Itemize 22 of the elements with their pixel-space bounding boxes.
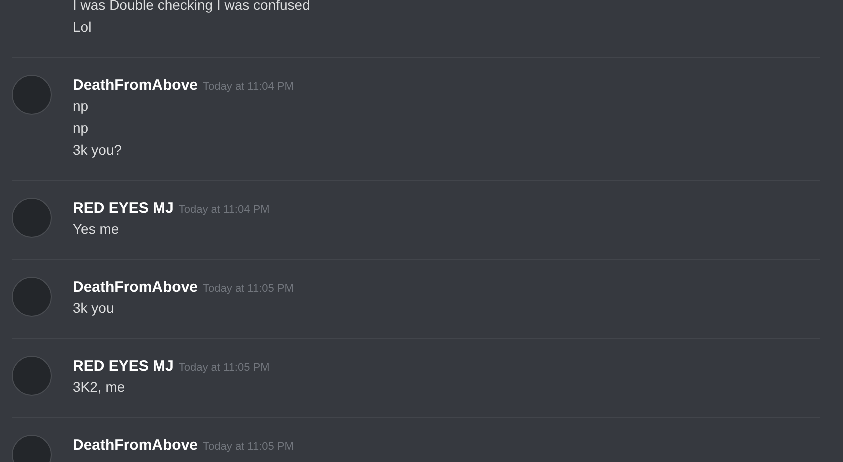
username[interactable]: RED EYES MJ — [73, 198, 174, 220]
timestamp: Today at 11:05 PM — [178, 361, 270, 376]
timestamp: Today at 11:04 PM — [178, 203, 270, 218]
message-text: np — [73, 97, 90, 116]
avatar[interactable] — [12, 75, 52, 115]
username[interactable]: DeathFromAbove — [73, 75, 198, 98]
message-text: I was Double checking I was confused — [73, 0, 310, 15]
username[interactable]: DeathFromAbove — [73, 435, 198, 458]
avatar[interactable] — [12, 277, 52, 317]
message-text: Lol — [73, 18, 93, 37]
timestamp: Today at 11:05 PM — [203, 440, 294, 455]
avatar[interactable] — [12, 356, 52, 396]
username[interactable]: RED EYES MJ — [73, 356, 174, 378]
timestamp: Today at 11:05 PM — [203, 282, 294, 297]
message-text: 3K2, me — [73, 378, 126, 397]
message-text: 3k you — [73, 299, 116, 318]
message-text: np — [73, 119, 90, 138]
avatar[interactable] — [12, 198, 52, 238]
timestamp: Today at 11:04 PM — [203, 80, 294, 95]
message-text: Yes me — [73, 220, 120, 239]
message-text: 3k you? — [73, 141, 124, 160]
username[interactable]: DeathFromAbove — [73, 277, 198, 300]
